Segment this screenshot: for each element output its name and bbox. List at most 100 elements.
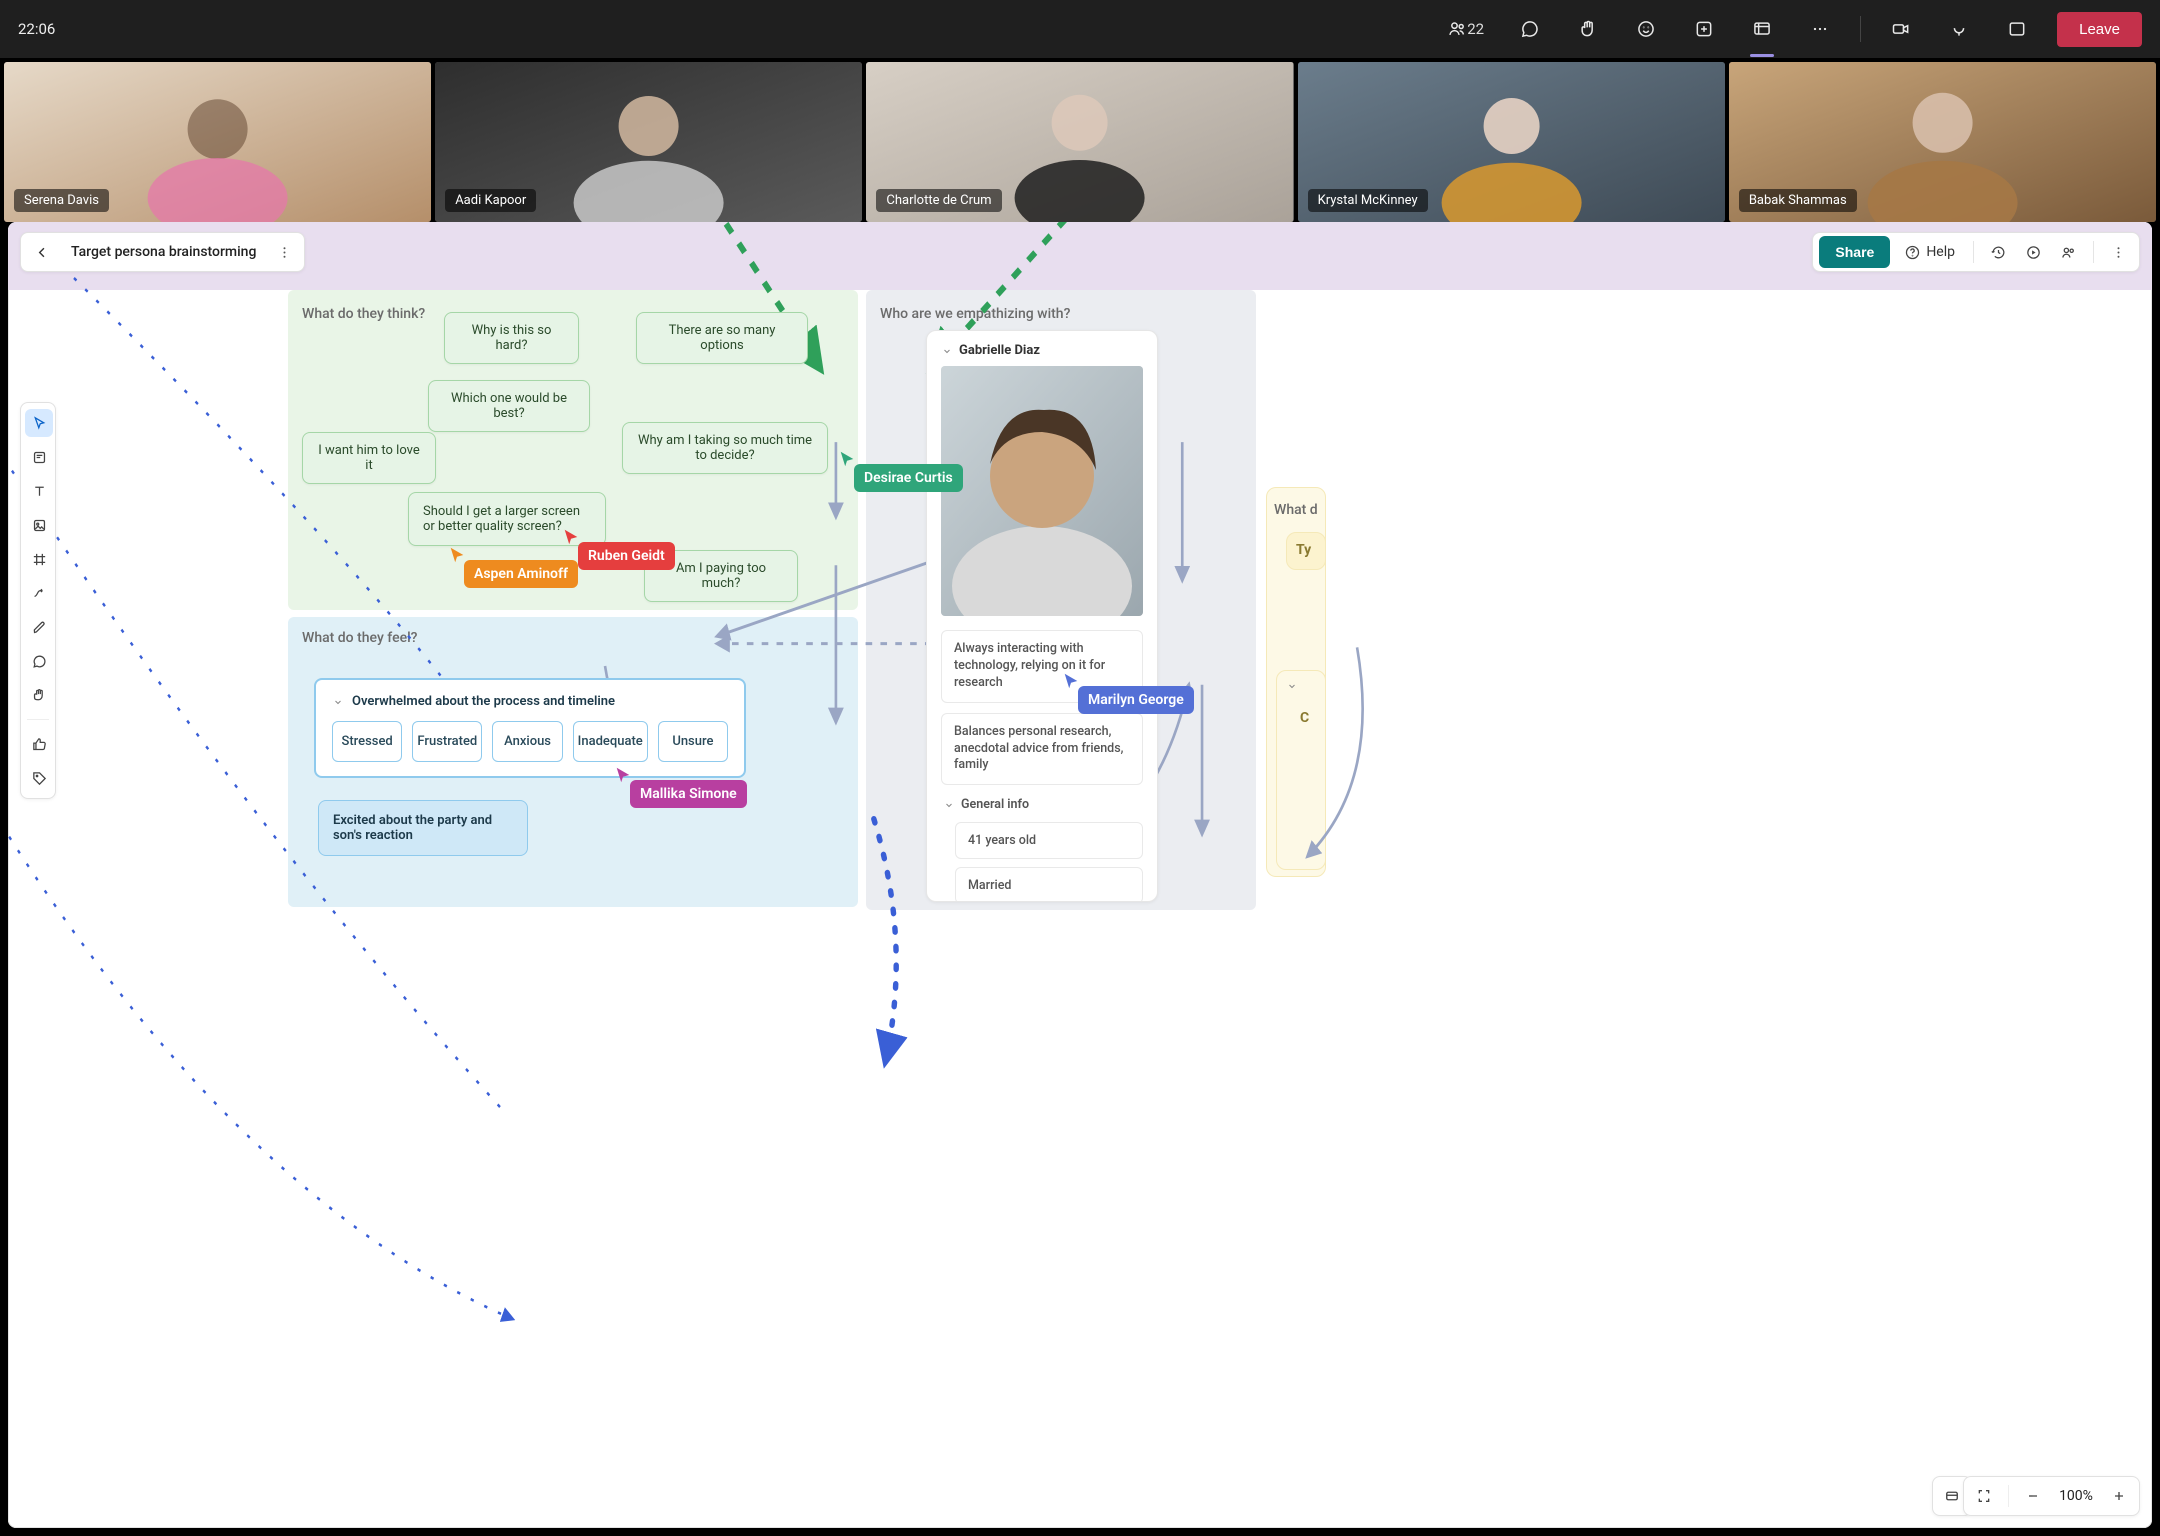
participants-count: 22	[1467, 20, 1484, 38]
cursor-label: Aspen Aminoff	[464, 560, 578, 588]
feel-chip[interactable]: Inadequate	[573, 721, 648, 762]
pen-icon	[31, 619, 48, 636]
help-button[interactable]: <402> Help	[1896, 238, 1963, 267]
video-tile[interactable]: Babak Shammas	[1729, 62, 2156, 222]
section-extra-title: What d	[1274, 502, 1318, 518]
share-screen-button[interactable]	[1999, 11, 2035, 47]
sticky-icon	[31, 449, 48, 466]
participants-button[interactable]: 22	[1441, 11, 1490, 47]
pointer-icon	[31, 415, 48, 432]
back-button[interactable]	[27, 237, 57, 267]
cursor-mallika: Mallika Simone	[614, 766, 747, 808]
separator	[2093, 241, 2094, 263]
persona-chip[interactable]: 41 years old	[955, 822, 1143, 859]
plus-icon	[2111, 1488, 2127, 1504]
layers-icon	[1943, 1487, 1961, 1505]
present-button[interactable]	[2019, 238, 2048, 267]
divider	[1860, 16, 1861, 42]
board-title[interactable]: Target persona brainstorming	[63, 244, 264, 260]
tool-pen[interactable]	[25, 613, 53, 641]
more-icon	[1810, 19, 1830, 39]
whiteboard-button[interactable]	[1744, 11, 1780, 47]
toolbox	[20, 402, 56, 799]
collaborators-button[interactable]	[2054, 238, 2083, 267]
cursor-label: Marilyn George	[1078, 686, 1194, 714]
persona-fact[interactable]: Balances personal research, anecdotal ad…	[941, 713, 1143, 786]
tool-comment[interactable]	[25, 647, 53, 675]
share-screen-icon	[2007, 19, 2027, 39]
people-icon	[2060, 244, 2077, 261]
tool-select[interactable]	[25, 409, 53, 437]
tool-frame[interactable]	[25, 545, 53, 573]
section-empathize-title: Who are we empathizing with?	[880, 306, 1070, 322]
reactions-button[interactable]	[1628, 11, 1664, 47]
feel-note[interactable]: Excited about the party and son's reacti…	[318, 800, 528, 856]
feel-card[interactable]: Overwhelmed about the process and timeli…	[314, 678, 746, 778]
feel-chip[interactable]: Anxious	[492, 721, 562, 762]
extra-chip-ty: Ty	[1296, 542, 1311, 558]
think-node[interactable]: I want him to love it	[302, 432, 436, 484]
persona-chip[interactable]: Married	[955, 867, 1143, 902]
frame-icon	[31, 551, 48, 568]
zoom-in-button[interactable]	[2105, 1482, 2133, 1510]
zoom-level[interactable]: 100%	[2057, 1488, 2095, 1504]
tool-text[interactable]	[25, 477, 53, 505]
mic-button[interactable]	[1941, 11, 1977, 47]
think-node[interactable]: Why is this so hard?	[444, 312, 579, 364]
cursor-label: Desirae Curtis	[854, 464, 963, 492]
separator	[2008, 1485, 2009, 1507]
feel-chip[interactable]: Stressed	[332, 721, 402, 762]
history-button[interactable]	[1984, 238, 2013, 267]
participant-name: Babak Shammas	[1739, 189, 1857, 212]
think-node[interactable]: Which one would be best?	[428, 380, 590, 432]
tool-separator	[27, 719, 49, 720]
leave-button[interactable]: Leave	[2057, 12, 2142, 47]
zoom-out-button[interactable]	[2019, 1482, 2047, 1510]
tool-like[interactable]	[25, 730, 53, 758]
section-think-title: What do they think?	[302, 306, 425, 322]
video-strip: Serena Davis Aadi Kapoor Charlotte de Cr…	[0, 58, 2160, 222]
people-icon	[1447, 19, 1467, 39]
share-button[interactable]: Share	[1819, 236, 1890, 268]
history-icon	[1990, 244, 2007, 261]
feel-chip[interactable]: Unsure	[658, 721, 728, 762]
more-button[interactable]	[1802, 11, 1838, 47]
video-tile[interactable]: Aadi Kapoor	[435, 62, 862, 222]
feel-chip[interactable]: Frustrated	[412, 721, 482, 762]
persona-general-label: General info	[961, 797, 1029, 812]
cursor-label: Ruben Geidt	[578, 542, 675, 570]
cursor-label: Mallika Simone	[630, 780, 747, 808]
tool-image[interactable]	[25, 511, 53, 539]
smiley-icon	[1636, 19, 1656, 39]
video-tile[interactable]: Serena Davis	[4, 62, 431, 222]
tag-icon	[31, 770, 48, 787]
comment-icon	[31, 653, 48, 670]
tool-hand[interactable]	[25, 681, 53, 709]
persona-card[interactable]: Gabrielle Diaz Always interacting with t…	[926, 330, 1158, 902]
tool-connector[interactable]	[25, 579, 53, 607]
video-tile[interactable]: Krystal McKinney	[1298, 62, 1725, 222]
canvas[interactable]: What do they think? What do they feel? W…	[8, 222, 2152, 1528]
cursor-icon	[562, 528, 580, 546]
participant-name: Aadi Kapoor	[445, 189, 536, 212]
persona-name: Gabrielle Diaz	[959, 343, 1040, 358]
board-title-more[interactable]	[270, 238, 298, 266]
camera-button[interactable]	[1883, 11, 1919, 47]
tool-tag[interactable]	[25, 764, 53, 792]
whiteboard: What do they think? What do they feel? W…	[8, 222, 2152, 1528]
chat-button[interactable]	[1512, 11, 1548, 47]
canvas-extra-card2	[1276, 670, 1326, 870]
fit-screen-button[interactable]	[1970, 1482, 1998, 1510]
section-feel-title: What do they feel?	[302, 630, 417, 646]
kebab-icon	[276, 244, 293, 261]
think-node[interactable]: There are so many options	[636, 312, 808, 364]
raise-hand-button[interactable]	[1570, 11, 1606, 47]
tool-sticky[interactable]	[25, 443, 53, 471]
add-app-button[interactable]	[1686, 11, 1722, 47]
think-node[interactable]: Why am I taking so much time to decide?	[622, 422, 828, 474]
video-tile[interactable]: Charlotte de Crum	[866, 62, 1293, 222]
presentation-icon	[2025, 244, 2042, 261]
fit-icon	[1976, 1488, 1992, 1504]
meeting-timer: 22:06	[18, 20, 55, 38]
board-more-button[interactable]	[2104, 238, 2133, 267]
